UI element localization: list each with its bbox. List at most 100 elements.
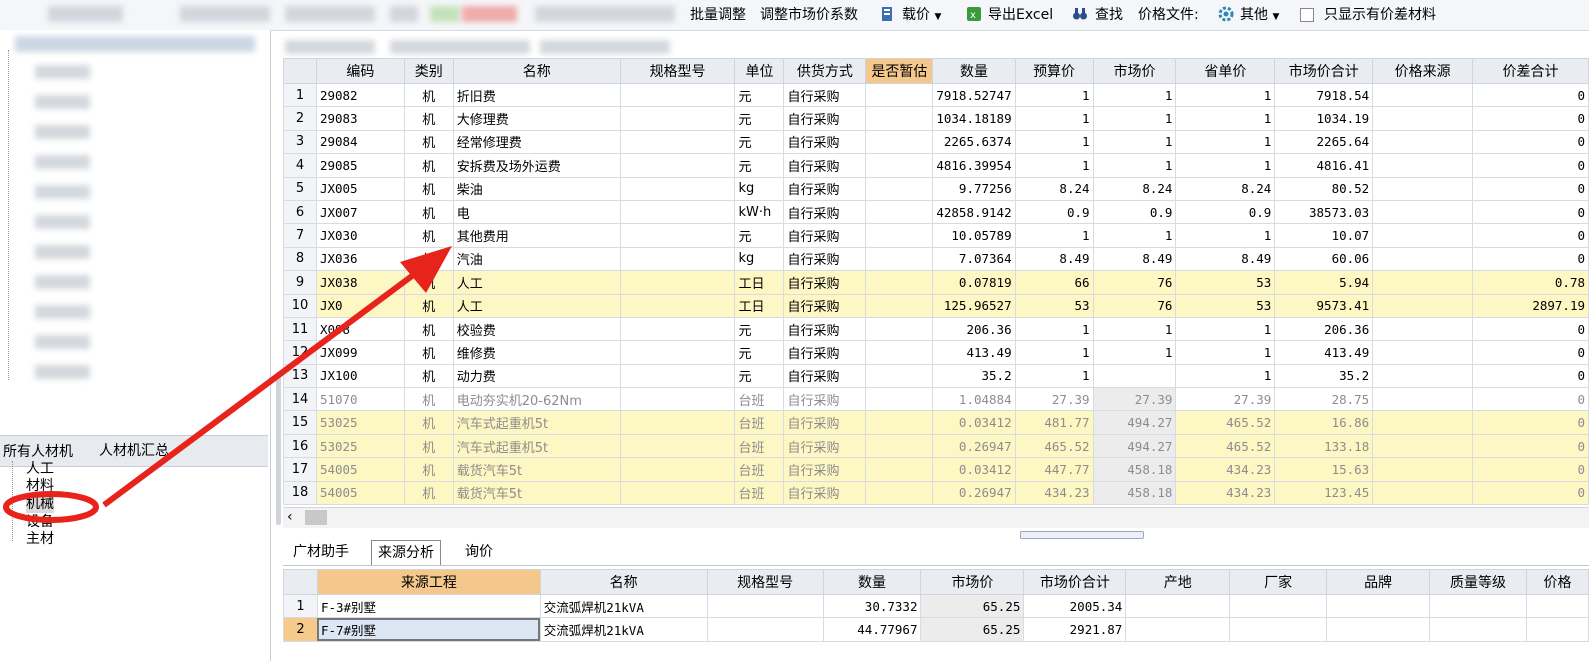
cell-market[interactable]: 0.9 <box>1092 199 1177 225</box>
src-col-qty[interactable]: 数量 <box>822 569 922 595</box>
cell-total[interactable]: 60.06 <box>1274 246 1374 272</box>
cell-supply[interactable]: 自行采购 <box>783 293 867 318</box>
cell-code[interactable]: 53025 <box>315 410 405 435</box>
cell-diff[interactable]: 2897.19 <box>1472 293 1589 318</box>
row-number[interactable]: 1 <box>283 593 318 619</box>
cell-total[interactable]: 2265.64 <box>1274 129 1374 155</box>
cell-prov[interactable]: 0.9 <box>1175 199 1276 225</box>
cell-market[interactable] <box>1092 363 1177 389</box>
cell-spec[interactable] <box>619 199 736 225</box>
cell-budget[interactable]: 1 <box>1014 316 1094 342</box>
cell-estimate[interactable] <box>865 316 934 342</box>
cell-empty[interactable] <box>1429 617 1527 642</box>
cell-spec[interactable] <box>619 106 736 131</box>
tree-item-main-material[interactable]: 主材 <box>26 530 54 548</box>
cell-unit[interactable]: 台班 <box>734 457 785 482</box>
cell-spec[interactable] <box>619 363 736 389</box>
cell-estimate[interactable] <box>865 246 934 272</box>
cell-source[interactable] <box>1372 480 1474 506</box>
cell-supply[interactable]: 自行采购 <box>783 129 867 155</box>
cell-code[interactable]: 51070 <box>315 387 405 412</box>
cell-qty[interactable]: 9.77256 <box>932 176 1016 201</box>
cell-unit[interactable]: 元 <box>734 316 785 342</box>
scroll-thumb[interactable] <box>305 510 327 525</box>
cell-total[interactable]: 123.45 <box>1274 480 1374 506</box>
cell-empty[interactable] <box>1229 593 1328 619</box>
horizontal-scrollbar[interactable]: ‹ <box>283 507 1589 528</box>
cell-name[interactable]: 折旧费 <box>452 82 621 108</box>
src-col-market[interactable]: 市场价 <box>920 569 1025 595</box>
cell-diff[interactable]: 0 <box>1472 457 1589 482</box>
cell-qty[interactable]: 7918.52747 <box>932 82 1016 108</box>
cell-unit[interactable]: kg <box>734 246 785 272</box>
col-header-market[interactable]: 市场价 <box>1092 58 1177 84</box>
cell-supply[interactable]: 自行采购 <box>783 387 867 412</box>
table-row[interactable]: 8 JX036 机汽油 kg 自行采购 7.07364 8.49 8.49 8.49 60.06 0 <box>283 246 1589 272</box>
cell-category[interactable]: 机 <box>403 246 454 272</box>
cell-supply[interactable]: 自行采购 <box>783 316 867 342</box>
cell-code[interactable]: X098 <box>315 316 405 342</box>
cell-name[interactable]: 维修费 <box>452 340 621 365</box>
cell-diff[interactable]: 0 <box>1472 410 1589 435</box>
cell-qty[interactable]: 0.26947 <box>932 480 1016 506</box>
row-number[interactable]: 6 <box>283 199 317 225</box>
table-row[interactable]: 9 JX038 机人工 工日 自行采购 0.07819 66 76 53 5.94 0.78 <box>283 270 1589 295</box>
cell-source[interactable] <box>1372 82 1474 108</box>
cell-qty[interactable]: 4816.39954 <box>932 153 1016 178</box>
cell-spec[interactable] <box>619 176 736 201</box>
cell-name[interactable]: 其他费用 <box>452 223 621 248</box>
tree-root[interactable]: 所有人材机 <box>3 443 73 461</box>
export-excel-button[interactable]: 导出Excel <box>988 5 1053 25</box>
tree-item-machinery[interactable]: 机械 <box>26 495 54 513</box>
cell-category[interactable]: 机 <box>403 387 454 412</box>
tab-guangcai[interactable]: 广材助手 <box>287 540 355 564</box>
cell-source[interactable] <box>1372 410 1474 435</box>
cell-estimate[interactable] <box>865 433 934 459</box>
cell-unit[interactable]: 元 <box>734 340 785 365</box>
cell-total[interactable]: 2921.87 <box>1023 617 1127 642</box>
src-col-maker[interactable]: 厂家 <box>1229 569 1328 595</box>
cell-source[interactable] <box>1372 106 1474 131</box>
cell-qty[interactable]: 206.36 <box>932 316 1016 342</box>
table-row[interactable]: 7 JX030 机其他费用元自行采购 10.05789 1 1 1 10.07 0 <box>283 223 1589 248</box>
cell-source[interactable] <box>1372 293 1474 318</box>
cell-prov[interactable]: 1 <box>1175 129 1276 155</box>
cell-estimate[interactable] <box>865 223 934 248</box>
cell-total[interactable]: 28.75 <box>1274 387 1374 412</box>
cell-estimate[interactable] <box>865 410 934 435</box>
cell-prov[interactable]: 8.24 <box>1175 176 1276 201</box>
cell-total[interactable]: 206.36 <box>1274 316 1374 342</box>
cell-budget[interactable]: 27.39 <box>1014 387 1094 412</box>
cell-category[interactable]: 机 <box>403 433 454 459</box>
cell-market[interactable]: 76 <box>1092 293 1177 318</box>
row-number[interactable]: 10 <box>283 293 317 318</box>
cell-source[interactable] <box>1372 153 1474 178</box>
cell-supply[interactable]: 自行采购 <box>783 433 867 459</box>
cell-name[interactable]: 经常修理费 <box>452 129 621 155</box>
cell-budget[interactable]: 53 <box>1014 293 1094 318</box>
src-col-name[interactable]: 名称 <box>539 569 708 595</box>
cell-unit[interactable]: kW·h <box>734 199 785 225</box>
cell-total[interactable]: 35.2 <box>1274 363 1374 389</box>
cell-spec[interactable] <box>619 387 736 412</box>
cell-diff[interactable]: 0 <box>1472 176 1589 201</box>
cell-estimate[interactable] <box>865 480 934 506</box>
cell-estimate[interactable] <box>865 340 934 365</box>
cell-name[interactable]: 柴油 <box>452 176 621 201</box>
cell-estimate[interactable] <box>865 270 934 295</box>
row-number[interactable]: 8 <box>283 246 317 272</box>
cell-code[interactable]: 29084 <box>315 129 405 155</box>
cell-category[interactable]: 机 <box>403 153 454 178</box>
cell-spec[interactable] <box>619 82 736 108</box>
cell-total[interactable]: 1034.19 <box>1274 106 1374 131</box>
cell-source[interactable] <box>1372 316 1474 342</box>
cell-prov[interactable]: 53 <box>1175 270 1276 295</box>
cell-code[interactable]: JX005 <box>315 176 405 201</box>
cell-prov[interactable]: 434.23 <box>1175 457 1276 482</box>
adjust-market-coef-button[interactable]: 调整市场价系数 <box>760 5 858 25</box>
cell-market[interactable]: 1 <box>1092 106 1177 131</box>
cell-code[interactable]: JX007 <box>315 199 405 225</box>
cell-empty[interactable] <box>1525 593 1589 619</box>
cell-name[interactable]: 汽油 <box>452 246 621 272</box>
cell-code[interactable]: JX038 <box>315 270 405 295</box>
